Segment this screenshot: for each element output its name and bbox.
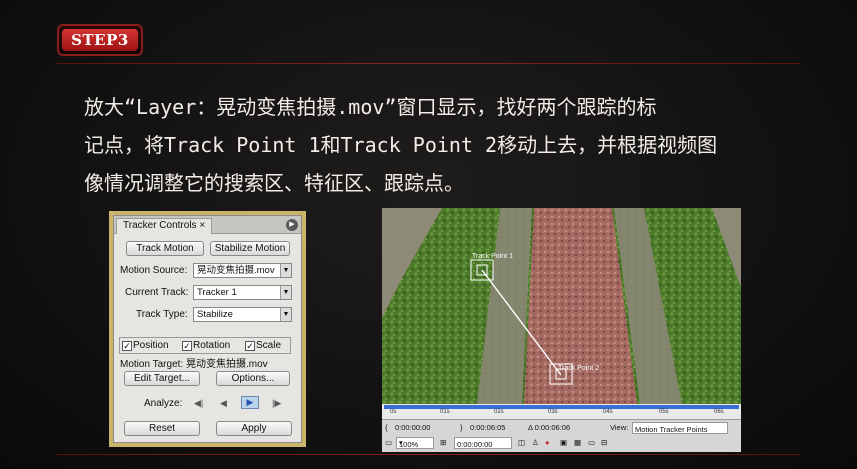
zoom-select[interactable]: 100% ▾ [396,437,434,449]
hedge-garden-footage: Track Point 1 Track Point 2 [382,208,741,404]
track-type-select[interactable]: Stabilize ▼ [193,307,292,322]
tick-label: 0s [390,409,397,415]
viewer-toolbar-row: ▭ 100% ▾ ⊞ 0:00:00:00 ◫ ♙ ● ▣ ▦ ▭ ⊟ [382,436,741,451]
person-icon[interactable]: ♙ [532,438,539,447]
tick-label: 01s [440,409,450,415]
options-button[interactable]: Options... [216,371,290,386]
duration-readout: Δ 0:00:06:06 [528,423,571,432]
bottom-divider [57,454,800,455]
rotation-label: Rotation [193,340,231,351]
panel-tab-bar: Tracker Controls × ▶ [114,216,301,234]
layer-viewer-screenshot: Track Point 1 Track Point 2 0s 01s 02s 0… [382,208,741,452]
region-icon[interactable]: ▣ [560,438,567,447]
view-label: View: [610,423,629,432]
position-label: Position [133,340,169,351]
instruction-line-3: 像情况调整它的搜索区、特征区、跟踪点。 [84,171,464,195]
pixel-aspect-icon[interactable]: ▭ [588,438,595,447]
work-area-bar[interactable] [384,405,739,409]
transparency-grid-icon[interactable]: ▦ [574,438,581,447]
transform-options: ✓ Position ✓ Rotation ✓ Scale [119,337,291,354]
in-point-icon[interactable]: { [385,423,388,432]
track-type-label: Track Type: [136,309,188,320]
tick-label: 06s [714,409,724,415]
stabilize-motion-button[interactable]: Stabilize Motion [210,241,290,256]
current-time-value: 0:00:00:00 [457,440,493,449]
track-type-value: Stabilize [197,309,233,320]
analyze-back-one-frame-icon[interactable]: ◀| [194,398,203,409]
tick-label: 02s [494,409,504,415]
position-checkbox[interactable]: ✓ Position [122,340,169,351]
chevron-down-icon: ▼ [280,308,291,321]
current-track-value: Tracker 1 [197,287,237,298]
current-track-label: Current Track: [125,287,189,298]
analyze-forward-icon[interactable]: ▶ [241,396,259,409]
in-point-time[interactable]: 0:00:00:00 [395,423,430,432]
instruction-text: 放大“Layer：晃动变焦拍摄.mov”窗口显示，找好两个跟踪的标 记点，将Tr… [84,88,814,202]
tick-label: 04s [603,409,613,415]
tracker-controls-panel: Tracker Controls × ▶ Track Motion Stabil… [113,215,302,443]
instruction-line-1: 放大“Layer：晃动变焦拍摄.mov”窗口显示，找好两个跟踪的标 [84,95,657,119]
analyze-backward-icon[interactable]: ◀ [220,398,227,409]
snapshot-icon[interactable]: ▭ [385,438,392,447]
motion-source-select[interactable]: 晃动变焦拍摄.mov ▼ [193,263,292,278]
current-track-select[interactable]: Tracker 1 ▼ [193,285,292,300]
grid-icon[interactable]: ⊞ [440,438,446,447]
scale-checkbox[interactable]: ✓ Scale [245,340,281,351]
edit-target-button[interactable]: Edit Target... [124,371,200,386]
analyze-label: Analyze: [144,398,183,409]
track-motion-button[interactable]: Track Motion [126,241,204,256]
panel-menu-icon[interactable]: ▶ [286,219,298,231]
rotation-checkbox[interactable]: ✓ Rotation [182,340,230,351]
out-point-time[interactable]: 0:00:06:05 [470,423,505,432]
step-badge: STEP3 [57,24,143,56]
chevron-down-icon: ▼ [280,286,291,299]
time-ruler[interactable]: 0s 01s 02s 03s 04s 05s 06s [382,404,741,420]
apply-button[interactable]: Apply [216,421,292,436]
track-point-2-label: Track Point 2 [558,365,599,372]
reset-button[interactable]: Reset [124,421,200,436]
tracker-controls-screenshot: Tracker Controls × ▶ Track Motion Stabil… [109,211,306,447]
motion-target-label: Motion Target: 晃动变焦拍摄.mov [120,359,268,370]
track-point-1-label: Track Point 1 [472,253,513,260]
tick-label: 03s [548,409,558,415]
check-icon: ✓ [182,341,192,351]
camera-icon[interactable]: ◫ [518,438,525,447]
tracker-controls-tab[interactable]: Tracker Controls × [116,218,213,234]
scale-label: Scale [256,340,282,351]
top-divider [57,63,800,64]
view-select[interactable]: Motion Tracker Points [632,422,728,434]
check-icon: ✓ [245,341,255,351]
zoom-value: 100% [399,440,419,449]
analyze-forward-one-frame-icon[interactable]: |▶ [272,398,281,409]
motion-source-label: Motion Source: [120,265,188,276]
chevron-down-icon: ▼ [280,264,291,277]
out-point-icon[interactable]: } [460,423,463,432]
current-time-field[interactable]: 0:00:00:00 [454,437,512,449]
fast-preview-icon[interactable]: ⊟ [601,438,607,447]
time-controls-row: { 0:00:00:00 } 0:00:06:05 Δ 0:00:06:06 V… [382,421,741,436]
layer-viewer-frame: Track Point 1 Track Point 2 [382,208,741,404]
view-value: Motion Tracker Points [635,425,708,434]
viewer-timeline: 0s 01s 02s 03s 04s 05s 06s { 0:00:00:00 … [382,404,741,452]
instruction-line-2: 记点，将Track Point 1和Track Point 2移动上去，并根据视… [84,133,718,157]
step-badge-label: STEP3 [62,29,138,51]
color-channels-icon[interactable]: ● [545,438,550,447]
motion-source-value: 晃动变焦拍摄.mov [197,265,275,276]
check-icon: ✓ [122,341,132,351]
tick-label: 05s [659,409,669,415]
